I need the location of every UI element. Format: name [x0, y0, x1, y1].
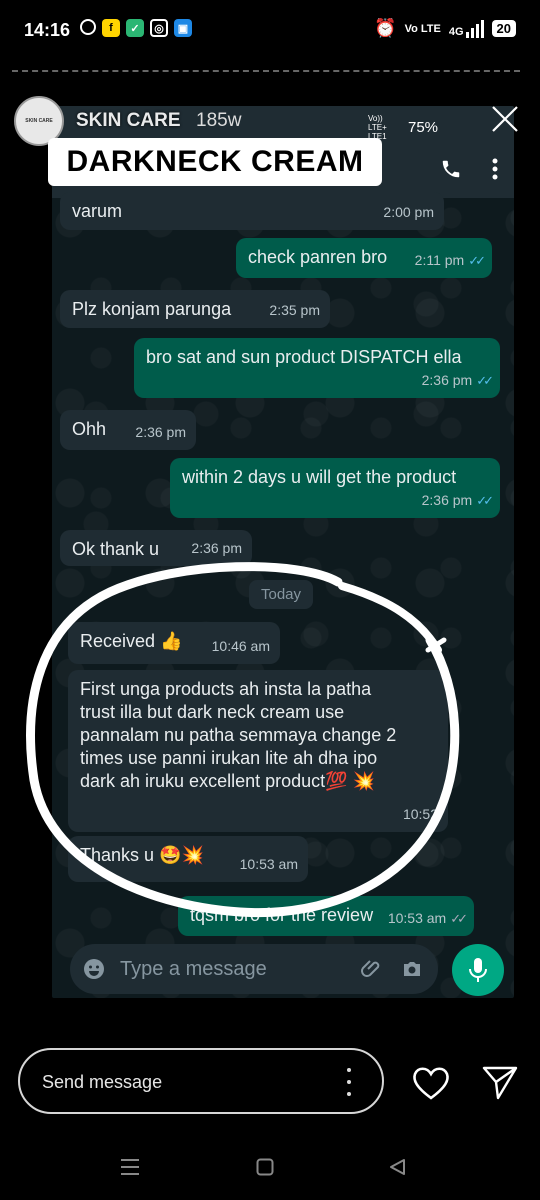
mic-button[interactable] [452, 944, 504, 996]
message-bubble[interactable]: bro sat and sun product DISPATCH ella 2:… [134, 338, 500, 398]
story-progress-bar [12, 70, 520, 72]
read-ticks-icon: ✓✓ [476, 373, 494, 388]
chat-screenshot: varum 2:00 pm check panren bro 2:11 pm ✓✓… [52, 106, 514, 998]
mic-icon [469, 958, 487, 982]
message-time: 10:53 am [239, 856, 298, 872]
shield-icon: ✓ [126, 19, 144, 37]
story-account-name[interactable]: SKIN CARE [76, 110, 181, 132]
signal-type: 4G [448, 25, 464, 38]
battery-indicator: 20 [491, 20, 516, 37]
message-text: Ok thank u [72, 539, 160, 559]
message-bubble[interactable]: Received 👍 10:46 am [68, 622, 280, 664]
phone-icon[interactable] [440, 158, 462, 180]
message-composer [70, 944, 438, 994]
text-sticker: DARKNECK CREAM [48, 138, 382, 186]
system-icons: ⏰ Vo LTE 4G 20 [374, 18, 516, 39]
message-text: Received 👍 [80, 631, 183, 651]
status-bar: 14:16 f ✓ ◎ ▣ ⏰ Vo LTE 4G 20 [0, 0, 540, 62]
data-saver-icon [80, 19, 96, 35]
message-time: 10:46 am [211, 638, 270, 654]
message-text: tqsm bro for the review [190, 905, 374, 925]
message-bubble[interactable]: varum 2:00 pm [60, 192, 444, 230]
like-icon[interactable] [410, 1062, 452, 1104]
message-time: 10:52 [402, 806, 438, 822]
message-text: Plz konjam parunga [72, 299, 232, 319]
message-time: 2:11 pm ✓✓ [415, 249, 486, 272]
more-options-icon[interactable] [346, 1068, 352, 1096]
reply-placeholder: Send message [42, 1072, 163, 1092]
instagram-icon: ◎ [150, 19, 168, 37]
navigation-bar [0, 1138, 540, 1200]
message-bubble[interactable]: Ohh 2:36 pm [60, 410, 196, 450]
message-text: within 2 days u will get the product [182, 467, 457, 487]
camera-icon[interactable] [400, 957, 424, 981]
read-ticks-icon: ✓✓ [476, 493, 494, 508]
flipkart-icon: f [102, 19, 120, 37]
delivered-ticks-icon: ✓✓ [450, 911, 468, 926]
attach-icon[interactable] [360, 957, 384, 981]
message-text: varum [72, 201, 123, 221]
app-icon: ▣ [174, 19, 192, 37]
close-icon[interactable] [490, 104, 520, 134]
alarm-icon: ⏰ [374, 18, 397, 38]
message-text: Thanks u 🤩💥 [80, 845, 204, 865]
inner-network: Vo)) LTE+ LTE1 [368, 114, 387, 141]
message-text: check panren bro [248, 247, 388, 267]
message-bubble[interactable]: First unga products ah insta la patha tr… [68, 670, 448, 832]
message-bubble[interactable]: Plz konjam parunga 2:35 pm [60, 290, 330, 328]
date-divider: Today [249, 580, 314, 609]
signal-icon: 4G [448, 19, 484, 38]
avatar-label: SKIN CARE [25, 118, 53, 124]
message-time: 2:35 pm [269, 302, 320, 318]
back-icon[interactable] [388, 1158, 406, 1176]
message-time: 2:00 pm [383, 204, 434, 220]
notification-icons: f ✓ ◎ ▣ [80, 19, 192, 37]
message-time: 2:36 pm [191, 540, 242, 556]
story-timestamp: 185w [196, 110, 242, 131]
message-text: First unga products ah insta la patha tr… [80, 679, 397, 791]
story-reply-input[interactable]: Send message [18, 1048, 384, 1114]
volte-label: Vo LTE [404, 22, 441, 35]
message-input[interactable] [120, 954, 350, 984]
send-icon[interactable] [480, 1062, 520, 1102]
message-time: 10:53 am ✓✓ [388, 907, 468, 930]
home-icon[interactable] [256, 1158, 274, 1176]
message-bubble[interactable]: tqsm bro for the review 10:53 am ✓✓ [178, 896, 474, 936]
inner-battery: 75% [408, 119, 439, 136]
message-bubble[interactable]: Ok thank u 2:36 pm [60, 530, 252, 566]
message-time: 2:36 pm [135, 424, 186, 440]
message-time: 2:36 pm ✓✓ [422, 489, 494, 512]
recents-icon[interactable] [120, 1158, 140, 1176]
message-bubble[interactable]: check panren bro 2:11 pm ✓✓ [236, 238, 492, 278]
inner-status-bar: Vo)) LTE+ LTE1 75% [368, 114, 438, 141]
emoji-icon[interactable] [82, 957, 106, 981]
message-bubble[interactable]: Thanks u 🤩💥 10:53 am [68, 836, 308, 882]
read-ticks-icon: ✓✓ [468, 253, 486, 268]
message-time: 2:36 pm ✓✓ [422, 369, 494, 392]
message-text: Ohh [72, 419, 107, 439]
clock: 14:16 [24, 20, 71, 40]
message-text: bro sat and sun product DISPATCH ella [146, 347, 462, 367]
chat-header-actions [440, 158, 498, 180]
message-bubble[interactable]: within 2 days u will get the product 2:3… [170, 458, 500, 518]
more-options-icon[interactable] [492, 158, 498, 180]
